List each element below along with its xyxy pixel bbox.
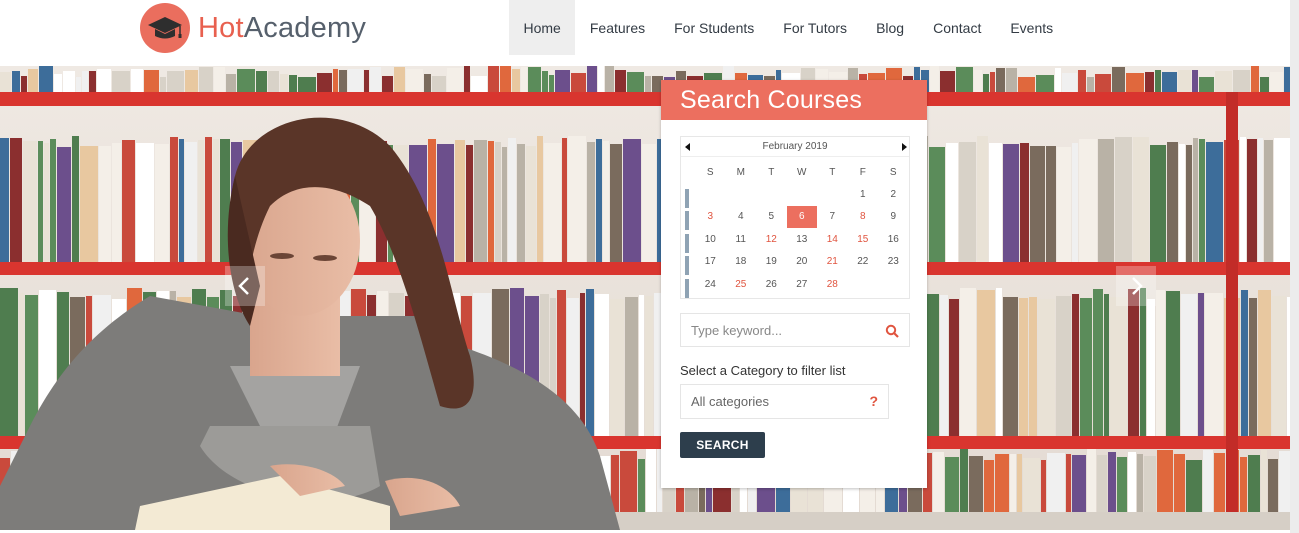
calendar-day[interactable]: 7	[817, 206, 848, 228]
nav-item-events[interactable]: Events	[996, 0, 1068, 55]
page-edge	[1290, 0, 1299, 533]
calendar-day[interactable]: 18	[726, 251, 757, 273]
calendar-empty-cell	[787, 183, 818, 205]
calendar-day[interactable]: 20	[787, 251, 818, 273]
calendar-weekday: F	[859, 166, 866, 178]
calendar-selected-day[interactable]: 6	[786, 205, 817, 228]
calendar-day[interactable]: 25	[726, 273, 757, 295]
panel-header: Search Courses	[661, 80, 927, 120]
keyword-input[interactable]	[691, 322, 871, 338]
category-select[interactable]: All categories ?	[680, 384, 889, 419]
calendar-day[interactable]: 27	[787, 273, 818, 295]
nav-item-for-tutors[interactable]: For Tutors	[769, 0, 862, 55]
site-logo[interactable]: HotAcademy	[140, 3, 366, 53]
calendar-day[interactable]: 11	[726, 228, 757, 250]
calendar-weekday: W	[797, 166, 807, 178]
main-nav: Home Features For Students For Tutors Blog Co…	[509, 0, 1068, 55]
calendar-header: February 2019	[681, 137, 909, 157]
week-markers	[685, 189, 689, 301]
calendar-day[interactable]: 9	[878, 206, 909, 228]
nav-item-home[interactable]: Home	[509, 0, 576, 55]
calendar-day[interactable]: 14	[817, 228, 848, 250]
calendar-day[interactable]: 24	[695, 273, 726, 295]
chevron-left-icon	[238, 277, 249, 295]
calendar-empty-cell	[817, 183, 848, 205]
calendar-day[interactable]: 5	[756, 206, 787, 228]
search-courses-panel: Search Courses February 2019 SMTWTFS1234…	[661, 80, 927, 488]
calendar-widget: February 2019 S M T W T F S 1 2 3 4 5 6 7 8 9 10 11 12 13 14…	[680, 136, 910, 299]
calendar-day[interactable]: 6	[786, 205, 818, 228]
slider-prev-button[interactable]	[225, 266, 265, 306]
calendar-weekday: M	[736, 166, 745, 178]
search-icon[interactable]	[885, 324, 899, 338]
brand-name: HotAcademy	[198, 12, 366, 45]
calendar-day[interactable]: 12	[756, 228, 787, 250]
category-label: Select a Category to filter list	[680, 363, 846, 378]
calendar-weekday: T	[829, 166, 836, 178]
calendar-month-label: February 2019	[762, 141, 828, 152]
calendar-day[interactable]: 1	[848, 183, 879, 205]
calendar-day[interactable]: 26	[756, 273, 787, 295]
calendar-empty-cell	[695, 183, 726, 205]
calendar-grid: S M T W T F S 1 2 3 4 5 6 7 8 9 10 11 12 13 14 15 16 17 18 19 20 21…	[695, 161, 909, 295]
calendar-weekday: T	[768, 166, 775, 178]
calendar-next-icon[interactable]	[902, 143, 907, 151]
calendar-weekday: S	[889, 166, 897, 178]
calendar-prev-icon[interactable]	[685, 143, 690, 151]
nav-item-for-students[interactable]: For Students	[660, 0, 769, 55]
nav-item-contact[interactable]: Contact	[919, 0, 996, 55]
calendar-day[interactable]: 4	[726, 206, 757, 228]
nav-item-features[interactable]: Features	[575, 0, 659, 55]
week-marker	[685, 233, 689, 253]
week-marker	[685, 256, 689, 276]
calendar-day[interactable]: 3	[695, 206, 726, 228]
brand-academy: Academy	[243, 11, 367, 44]
calendar-day[interactable]: 28	[817, 273, 848, 295]
search-button[interactable]: SEARCH	[680, 432, 765, 458]
calendar-day[interactable]: 2	[878, 183, 909, 205]
graduation-cap-icon	[140, 3, 190, 53]
week-marker	[685, 189, 689, 208]
site-header: HotAcademy Home Features For Students For T…	[0, 0, 1299, 66]
calendar-day[interactable]: 19	[756, 251, 787, 273]
question-mark-icon: ?	[869, 393, 878, 409]
week-marker	[685, 211, 689, 231]
calendar-day[interactable]: 21	[817, 251, 848, 273]
nav-item-blog[interactable]: Blog	[862, 0, 919, 55]
calendar-weekday: S	[706, 166, 714, 178]
chevron-right-icon	[1132, 277, 1143, 295]
calendar-day[interactable]: 16	[878, 228, 909, 250]
week-marker	[685, 278, 689, 298]
hero-slider	[0, 66, 1290, 530]
calendar-day[interactable]: 15	[848, 228, 879, 250]
keyword-field[interactable]	[680, 313, 910, 347]
calendar-day[interactable]: 13	[787, 228, 818, 250]
hero-image	[0, 66, 1290, 530]
brand-hot: Hot	[198, 11, 244, 44]
calendar-empty-cell	[726, 183, 757, 205]
slider-next-button[interactable]	[1116, 266, 1156, 306]
calendar-day[interactable]: 23	[878, 251, 909, 273]
calendar-day[interactable]: 17	[695, 251, 726, 273]
calendar-day[interactable]: 22	[848, 251, 879, 273]
calendar-empty-cell	[756, 183, 787, 205]
category-selected-value: All categories	[691, 394, 770, 409]
panel-title: Search Courses	[680, 85, 863, 114]
calendar-day[interactable]: 8	[848, 206, 879, 228]
calendar-day[interactable]: 10	[695, 228, 726, 250]
